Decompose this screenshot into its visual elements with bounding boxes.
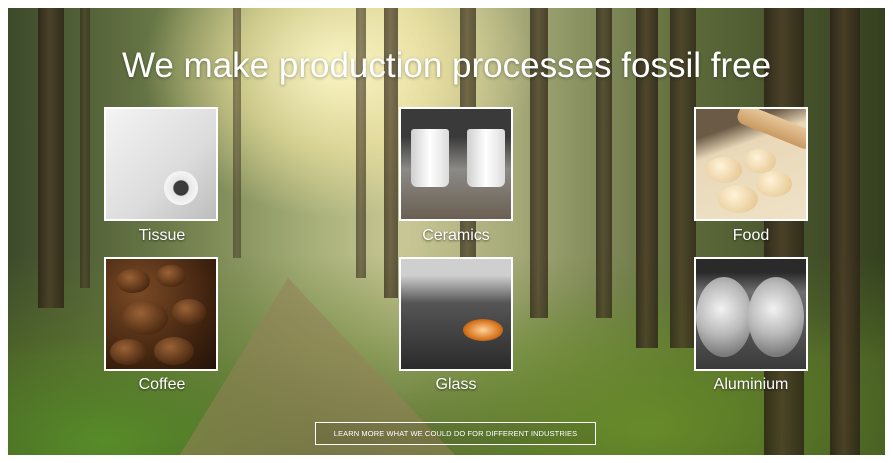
industry-tile-food[interactable] (694, 107, 808, 221)
industry-tile-glass[interactable] (399, 257, 513, 371)
industry-tile-coffee[interactable] (104, 257, 218, 371)
coffee-bean-icon (154, 337, 194, 365)
tissue-roll-image (106, 109, 216, 219)
dough-ball-icon (718, 185, 758, 213)
coffee-bean-icon (122, 301, 168, 335)
hero-banner: We make production processes fossil free… (8, 8, 885, 455)
aluminium-rod-icon (748, 277, 804, 357)
dough-ball-icon (706, 157, 742, 183)
industry-tile-tissue[interactable] (104, 107, 218, 221)
coffee-bean-icon (172, 299, 206, 325)
dough-ball-icon (744, 149, 776, 173)
industry-label-ceramics[interactable]: Ceramics (376, 227, 536, 245)
coffee-bean-icon (110, 339, 146, 365)
dough-ball-icon (756, 171, 792, 197)
industry-label-food[interactable]: Food (671, 227, 831, 245)
aluminium-rod-icon (696, 277, 752, 357)
industry-label-coffee[interactable]: Coffee (82, 376, 242, 394)
industry-label-glass[interactable]: Glass (376, 376, 536, 394)
learn-more-button[interactable]: LEARN MORE WHAT WE COULD DO FOR DIFFEREN… (315, 422, 596, 445)
industry-label-tissue[interactable]: Tissue (82, 227, 242, 245)
industry-label-aluminium[interactable]: Aluminium (671, 376, 831, 394)
industry-tile-aluminium[interactable] (694, 257, 808, 371)
coffee-bean-icon (116, 269, 150, 293)
molten-glass-icon (463, 319, 503, 341)
coffee-bean-icon (156, 265, 186, 287)
cup-icon (411, 129, 449, 187)
tissue-roll-icon (164, 171, 198, 205)
industry-tile-ceramics[interactable] (399, 107, 513, 221)
page-headline: We make production processes fossil free (121, 46, 772, 85)
glassblowing-image (401, 259, 511, 369)
cup-icon (467, 129, 505, 187)
